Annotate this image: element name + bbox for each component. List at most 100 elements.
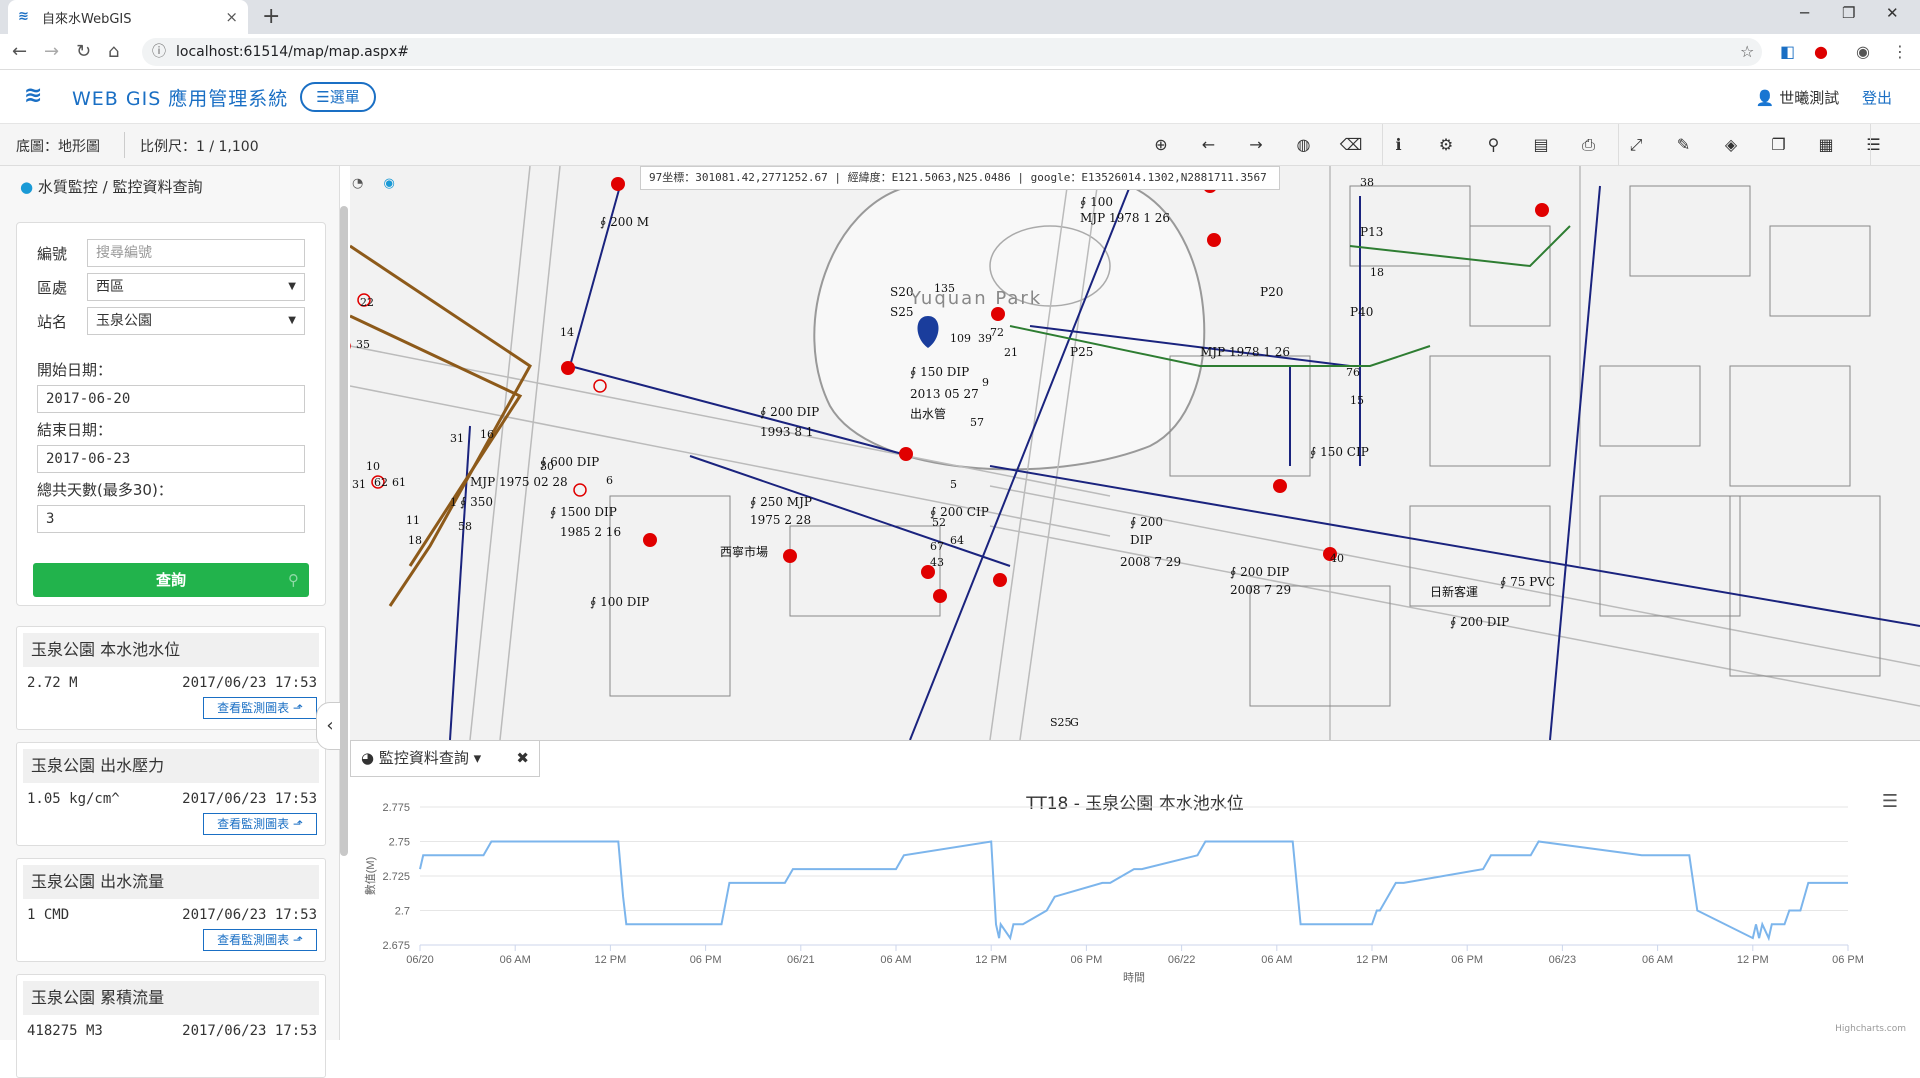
- reload-button[interactable]: ↻: [76, 41, 91, 62]
- water-level-series-line: [419, 840, 1848, 942]
- map-label: 16: [480, 428, 494, 441]
- menu-button[interactable]: ☰選單: [300, 82, 376, 112]
- map-icon[interactable]: ▦: [1811, 130, 1841, 160]
- monitor-card: 玉泉公園 出水壓力 1.05 kg/cm^ 2017/06/23 17:53 查看監測…: [16, 742, 326, 846]
- card-title: 玉泉公園 出水壓力: [23, 749, 319, 783]
- map-label: ∮ 200 DIP: [1450, 615, 1509, 629]
- site-info-icon[interactable]: ⓘ: [152, 38, 166, 66]
- profile-icon[interactable]: ◉: [1856, 42, 1870, 61]
- valve-node: [611, 177, 625, 191]
- url-field[interactable]: ⓘ localhost:61514/map/map.aspx#: [142, 38, 1762, 66]
- district-select[interactable]: 西區 ▼: [87, 273, 305, 301]
- breadcrumb-text: 水質監控 / 監控資料查詢: [37, 178, 203, 196]
- card-time: 2017/06/23 17:53: [182, 907, 317, 923]
- eraser-icon[interactable]: ⌫: [1336, 130, 1366, 160]
- bookmark-star-icon[interactable]: ☆: [1740, 42, 1754, 61]
- map-label: 22: [360, 296, 374, 309]
- scale-label: 比例尺：1 / 1,100: [140, 139, 259, 155]
- end-date-input[interactable]: 2017-06-23: [37, 445, 305, 473]
- tab-title: 自來水WebGIS: [42, 11, 132, 27]
- basemap-label[interactable]: 底圖：地形圖: [16, 136, 100, 156]
- maximize-button[interactable]: ❐: [1842, 4, 1855, 22]
- view-chart-button[interactable]: 查看監測圖表 ⬏: [203, 813, 317, 835]
- query-form: 編號 搜尋編號 區處 西區 ▼ 站名 玉泉公園 ▼ 開始日期： 2017-06-20…: [16, 222, 326, 606]
- settings-icon[interactable]: ⚙: [1431, 130, 1461, 160]
- park-label: Yuquan Park: [909, 288, 1042, 309]
- map-label: 30: [540, 460, 554, 473]
- logout-link[interactable]: 登出: [1862, 89, 1892, 107]
- forward-button[interactable]: →: [44, 41, 59, 62]
- dashboard-icon[interactable]: ◔: [352, 176, 363, 191]
- browser-menu-icon[interactable]: ⋮: [1892, 42, 1908, 61]
- eye-icon[interactable]: ◉: [383, 176, 394, 191]
- map-label: 40: [1330, 552, 1344, 565]
- map-label: 21: [1004, 346, 1018, 359]
- valve-node: [1207, 233, 1221, 247]
- map-label: ∮ 100 DIP: [590, 595, 649, 609]
- location-icon[interactable]: ⚲: [1479, 130, 1509, 160]
- back-button[interactable]: ←: [12, 41, 27, 62]
- card-title: 玉泉公園 累積流量: [23, 981, 319, 1015]
- map-canvas[interactable]: ∮ 200 M∮ 200 DIP1993 8 1∮ 600 DIP∮ 350MJ…: [350, 166, 1920, 740]
- map-label: ∮ 75 PVC: [1500, 575, 1555, 589]
- map-label: MJP 1978 1 26: [1200, 345, 1290, 359]
- view-chart-button[interactable]: 查看監測圖表 ⬏: [203, 697, 317, 719]
- id-search-input[interactable]: 搜尋編號: [87, 239, 305, 267]
- info-icon[interactable]: ℹ: [1384, 130, 1414, 160]
- days-label: 總共天數(最多30)：: [37, 481, 173, 499]
- map-label: 10: [366, 460, 380, 473]
- print-icon[interactable]: ⎙: [1574, 130, 1604, 160]
- card-time: 2017/06/23 17:53: [182, 1023, 317, 1039]
- left-panel-scrollbar[interactable]: [340, 206, 348, 856]
- browser-tab[interactable]: ≋ 自來水WebGIS ×: [8, 0, 248, 34]
- minimize-button[interactable]: ─: [1800, 4, 1809, 22]
- map-label: MJP 1975 02 28: [470, 475, 568, 489]
- window-close-button[interactable]: ✕: [1886, 4, 1899, 22]
- card-time: 2017/06/23 17:53: [182, 791, 317, 807]
- valve-node: [993, 573, 1007, 587]
- map-label: P13: [1360, 225, 1383, 239]
- brush-icon[interactable]: ✎: [1669, 130, 1699, 160]
- copy-icon[interactable]: ❐: [1764, 130, 1794, 160]
- opera-icon[interactable]: ●: [1814, 42, 1828, 61]
- tab-close-icon[interactable]: ×: [225, 8, 238, 26]
- valve-node: [899, 447, 913, 461]
- zoom-in-icon[interactable]: ⊕: [1146, 130, 1176, 160]
- map-label: 1993 8 1: [760, 425, 813, 439]
- card-title: 玉泉公園 出水流量: [23, 865, 319, 899]
- map-label: 72: [990, 326, 1004, 339]
- map-label: 2013 05 27: [910, 387, 979, 401]
- query-button[interactable]: 查詢 ⚲: [33, 563, 309, 597]
- save-icon[interactable]: ▤: [1526, 130, 1556, 160]
- map-label: 出水管: [910, 406, 946, 421]
- forward-icon[interactable]: →: [1241, 130, 1271, 160]
- new-tab-button[interactable]: +: [262, 4, 280, 29]
- start-date-input[interactable]: 2017-06-20: [37, 385, 305, 413]
- building-outline: [1729, 495, 1881, 677]
- map-label: MJP 1978 1 26: [1080, 211, 1170, 225]
- gis-map[interactable]: ∮ 200 M ∮ 200 DIP 1993 8 1 ∮ 600 DIP ∮ 350 MJ…: [350, 166, 1920, 740]
- fullscreen-icon[interactable]: ⤢: [1621, 130, 1651, 160]
- map-label: P20: [1260, 285, 1283, 299]
- y-tick-label: 2.75: [389, 837, 410, 849]
- station-select[interactable]: 玉泉公園 ▼: [87, 307, 305, 335]
- map-label: ∮ 200 DIP: [760, 405, 819, 419]
- map-label: 1985 2 16: [560, 525, 621, 539]
- list-icon[interactable]: ☰: [1859, 130, 1889, 160]
- card-value: 418275 M3: [27, 1023, 103, 1039]
- globe-icon[interactable]: ◍: [1289, 130, 1319, 160]
- days-input[interactable]: 3: [37, 505, 305, 533]
- map-label: 38: [1360, 176, 1374, 189]
- back-icon[interactable]: ←: [1194, 130, 1224, 160]
- building-outline: [1599, 495, 1741, 617]
- y-tick-label: 2.775: [382, 802, 410, 814]
- building-outline: [1429, 355, 1551, 467]
- x-tick-label: 06 AM: [880, 954, 911, 966]
- building-outline: [1729, 365, 1851, 487]
- home-button[interactable]: ⌂: [108, 41, 119, 62]
- coordinate-readout: 97坐標：301081.42,2771252.67 | 經緯度：E121.506…: [640, 166, 1280, 190]
- view-chart-button[interactable]: 查看監測圖表 ⬏: [203, 929, 317, 951]
- user-icon: 👤: [1755, 89, 1775, 107]
- translate-icon[interactable]: ◧: [1780, 42, 1795, 61]
- layers-icon[interactable]: ◈: [1716, 130, 1746, 160]
